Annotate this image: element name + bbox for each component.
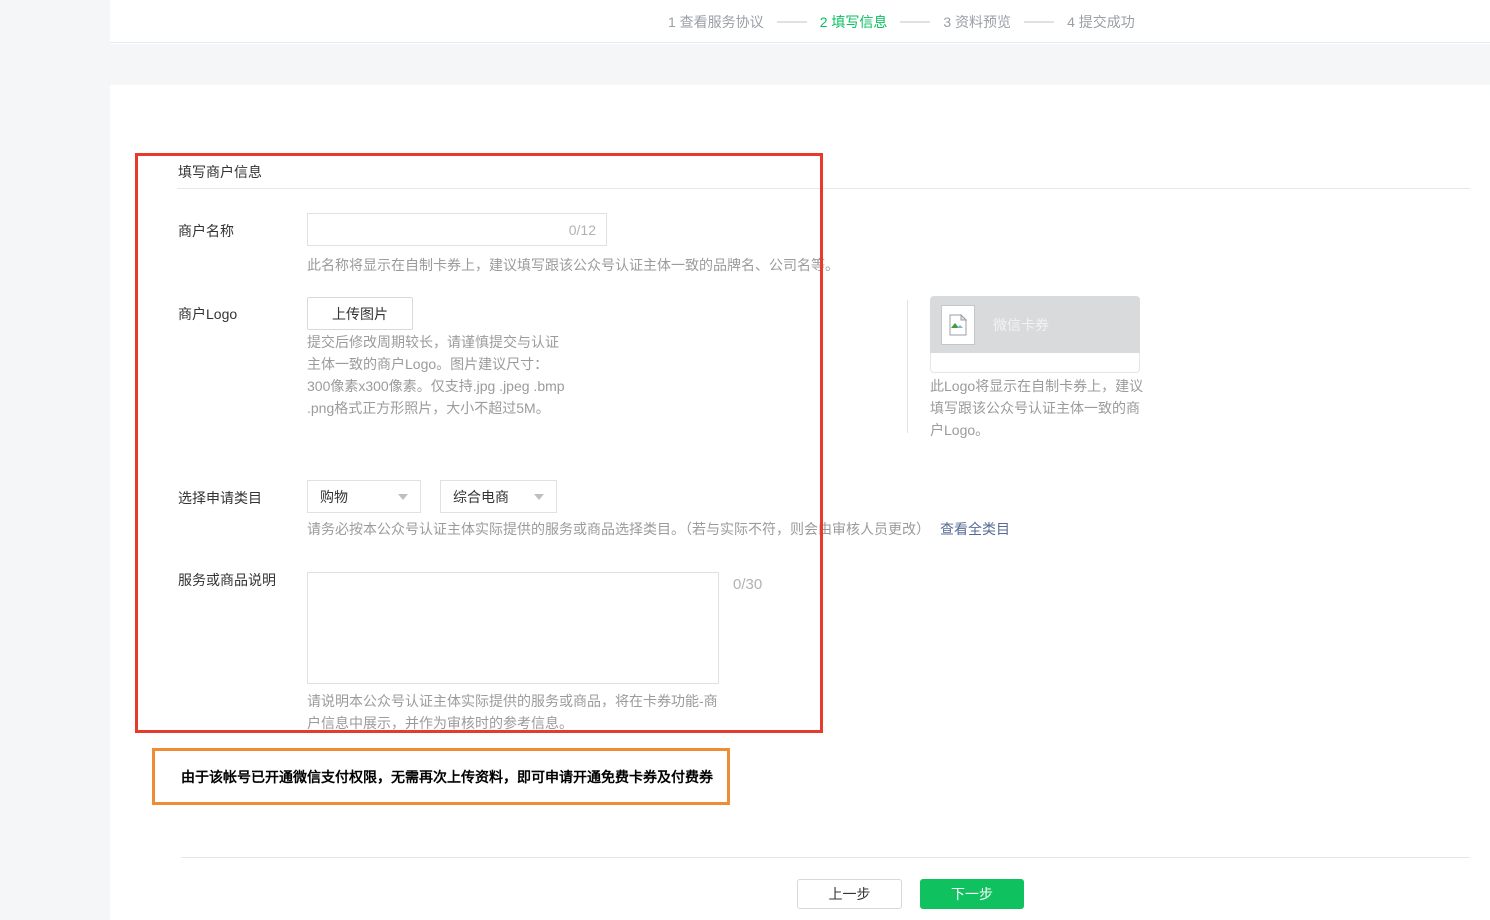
category-primary-select[interactable]: 购物: [307, 480, 421, 513]
merchant-name-counter: 0/12: [569, 222, 606, 238]
merchant-name-field[interactable]: 0/12: [307, 213, 607, 246]
merchant-logo-label: 商户Logo: [178, 304, 237, 324]
wechat-pay-notice: 由于该帐号已开通微信支付权限，无需再次上传资料，即可申请开通免费卡券及付费券: [181, 767, 713, 787]
progress-stepper: 1 查看服务协议 2 填写信息 3 资料预览 4 提交成功: [668, 0, 1135, 43]
merchant-name-label: 商户名称: [178, 221, 234, 241]
left-sidebar-rail: [0, 0, 110, 920]
prev-step-button[interactable]: 上一步: [797, 879, 902, 909]
view-all-categories-link[interactable]: 查看全类目: [940, 519, 1010, 539]
category-help-row: 请务必按本公众号认证主体实际提供的服务或商品选择类目。（若与实际不符，则会由审核…: [307, 519, 1010, 539]
coupon-preview-title: 微信卡券: [993, 315, 1049, 335]
category-label: 选择申请类目: [178, 488, 262, 508]
category-help: 请务必按本公众号认证主体实际提供的服务或商品选择类目。（若与实际不符，则会由审核…: [307, 519, 930, 539]
step-separator: [1024, 21, 1054, 23]
preview-vertical-divider: [907, 300, 908, 433]
chevron-down-icon: [398, 494, 408, 500]
description-counter: 0/30: [733, 576, 762, 593]
footer-divider: [181, 857, 1470, 858]
step-view-agreement: 1 查看服务协议: [668, 12, 764, 32]
step-preview-materials: 3 资料预览: [943, 12, 1011, 32]
merchant-name-help: 此名称将显示在自制卡券上，建议填写跟该公众号认证主体一致的品牌名、公司名等。: [307, 254, 839, 276]
description-help: 请说明本公众号认证主体实际提供的服务或商品，将在卡券功能-商户信息中展示，并作为…: [307, 690, 719, 734]
category-secondary-select[interactable]: 综合电商: [440, 480, 557, 513]
merchant-logo-help: 提交后修改周期较长，请谨慎提交与认证主体一致的商户Logo。图片建议尺寸：300…: [307, 331, 567, 419]
orange-annotation-box: 由于该帐号已开通微信支付权限，无需再次上传资料，即可申请开通免费卡券及付费券: [152, 748, 730, 805]
step-submit-success: 4 提交成功: [1067, 12, 1135, 32]
upload-image-button[interactable]: 上传图片: [307, 297, 413, 330]
category-secondary-value: 综合电商: [453, 487, 509, 507]
section-title: 填写商户信息: [178, 162, 262, 182]
chevron-down-icon: [534, 494, 544, 500]
broken-image-icon: [949, 314, 967, 336]
description-label: 服务或商品说明: [178, 570, 276, 590]
coupon-preview-help: 此Logo将显示在自制卡券上，建议填写跟该公众号认证主体一致的商户Logo。: [930, 375, 1152, 441]
section-divider: [177, 188, 1470, 189]
merchant-name-input[interactable]: [308, 214, 569, 245]
step-separator: [777, 21, 807, 23]
description-textarea[interactable]: [307, 572, 719, 684]
category-primary-value: 购物: [320, 487, 348, 507]
next-step-button[interactable]: 下一步: [920, 879, 1024, 909]
coupon-preview-body: [930, 353, 1140, 373]
step-separator: [900, 21, 930, 23]
coupon-preview-card: 微信卡券: [930, 296, 1140, 353]
step-fill-info: 2 填写信息: [820, 12, 888, 32]
content-background-band: [110, 44, 1490, 85]
logo-placeholder-box: [941, 305, 975, 345]
